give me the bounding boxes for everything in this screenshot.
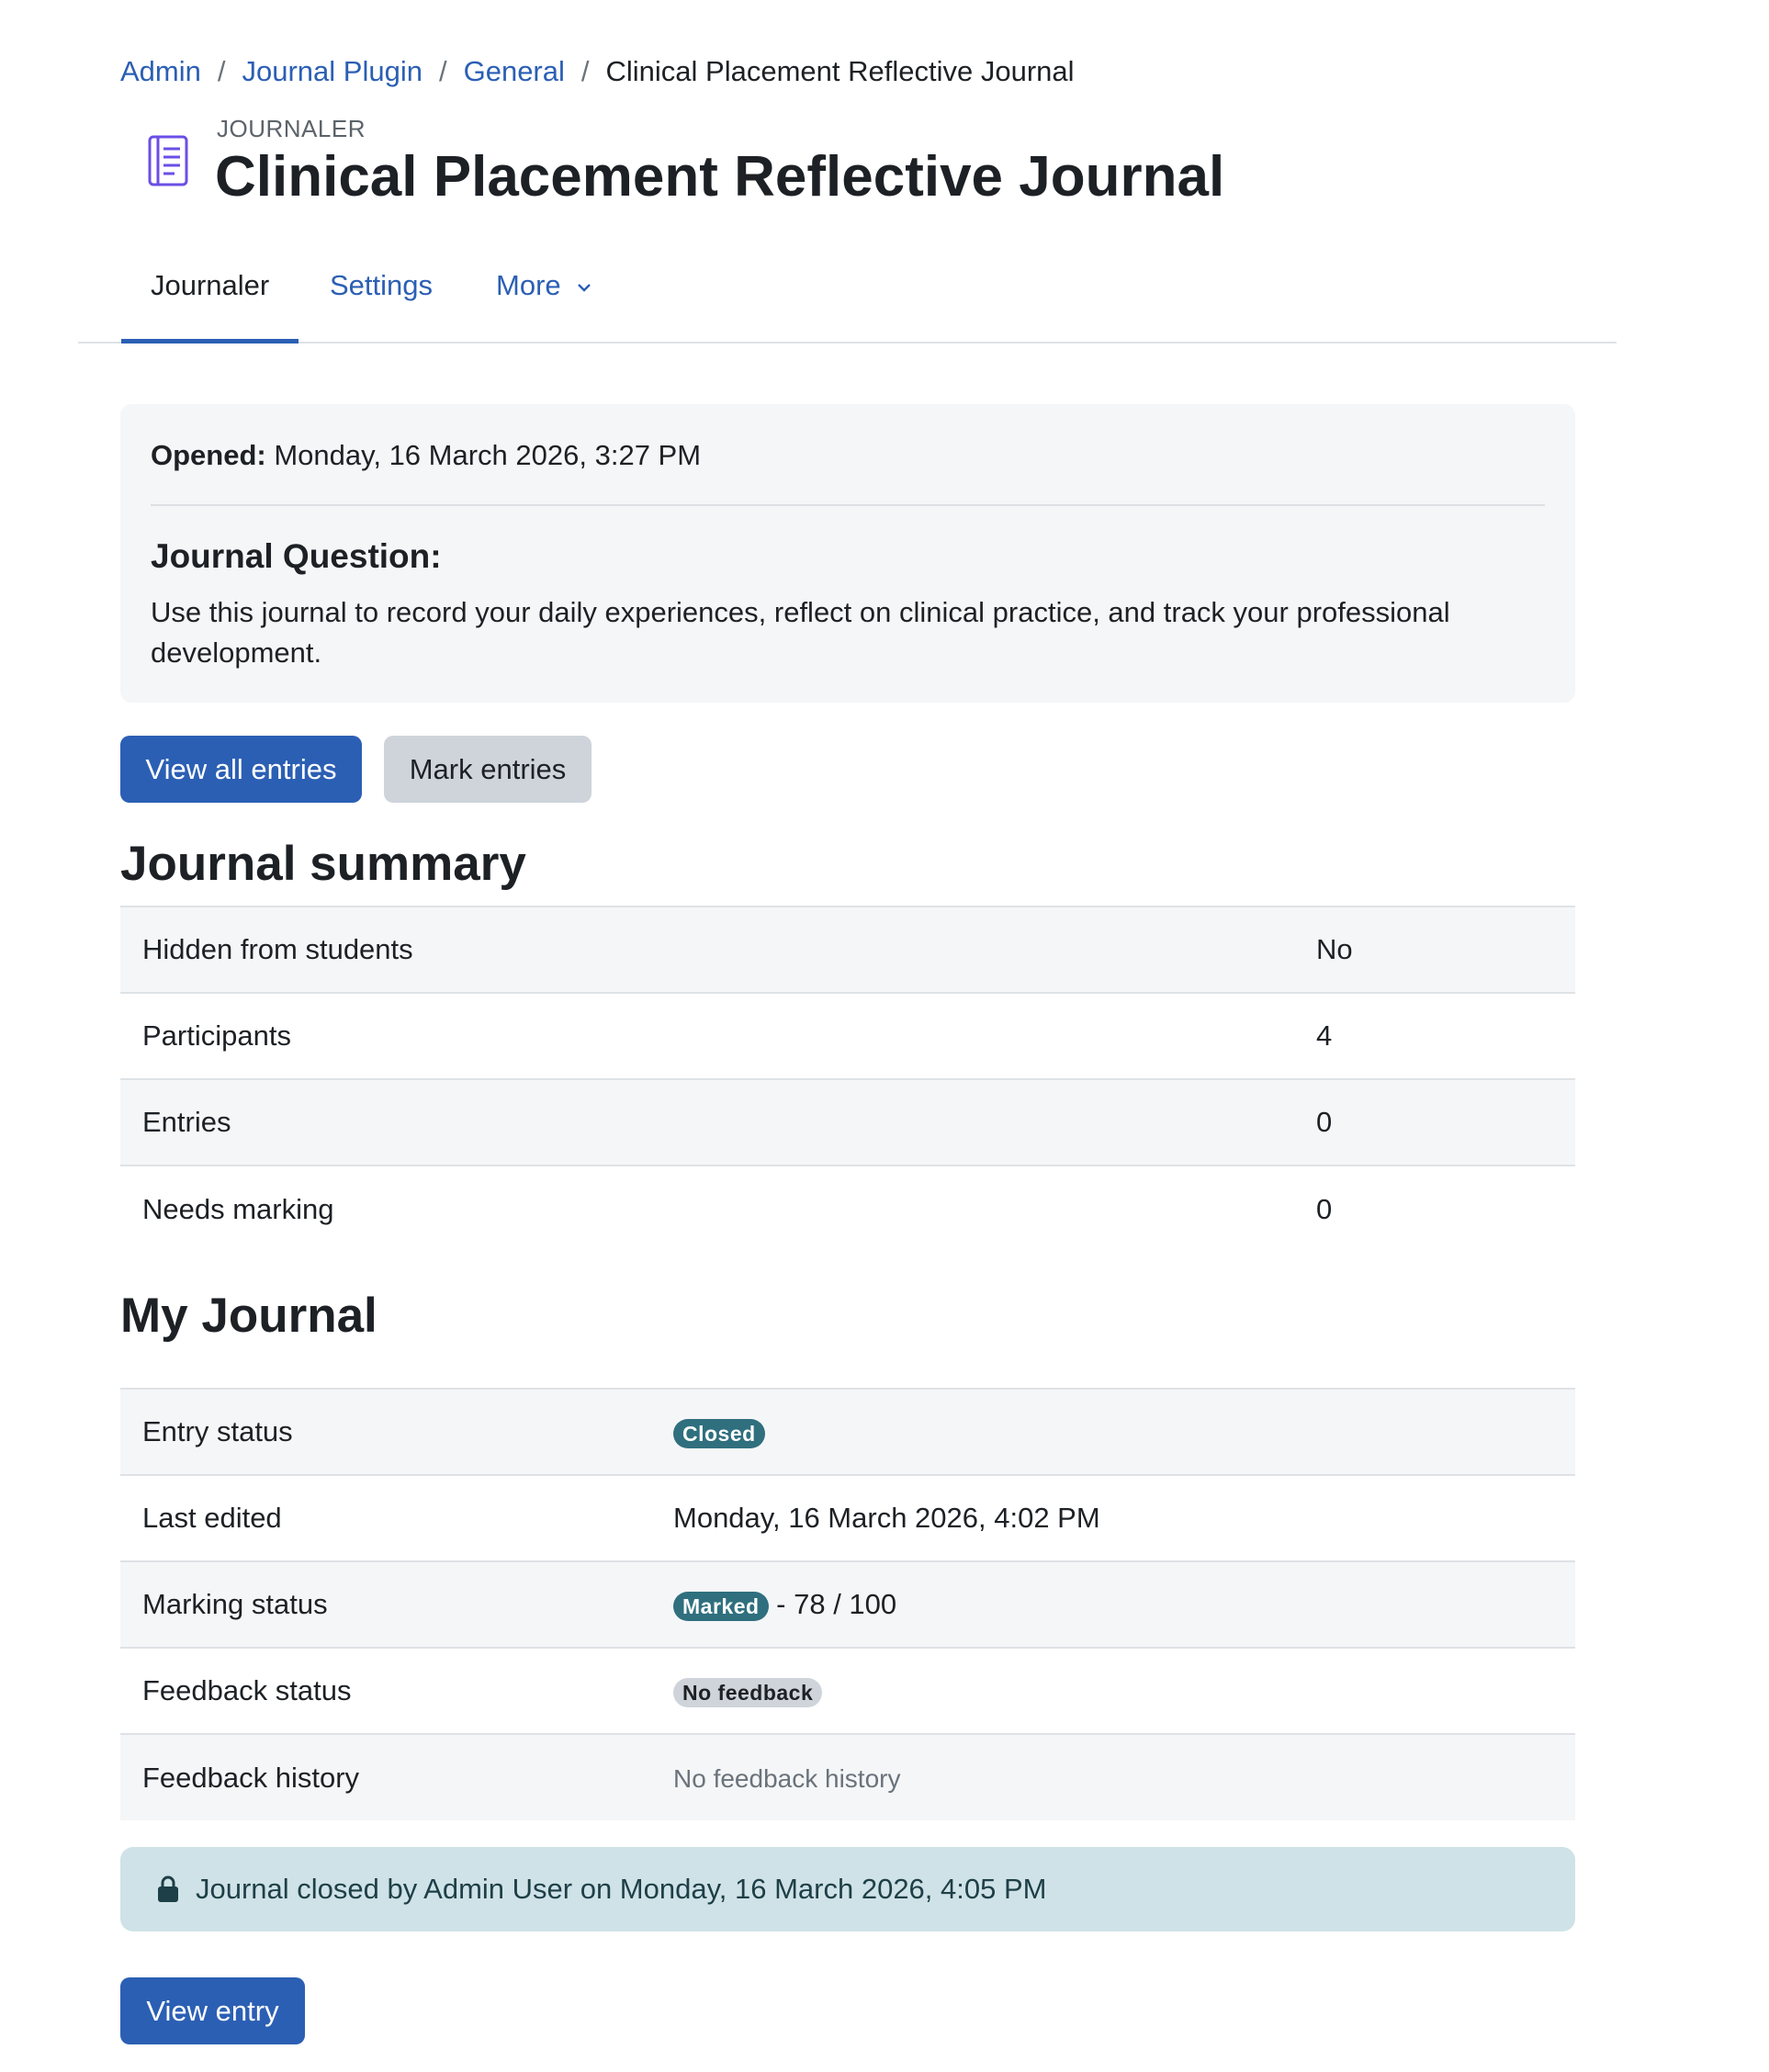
table-row: Participants 4	[120, 992, 1575, 1079]
last-edited-label: Last edited	[120, 1474, 651, 1561]
summary-value: 4	[1294, 992, 1575, 1079]
summary-label: Participants	[120, 992, 1294, 1079]
tab-settings[interactable]: Settings	[300, 248, 462, 340]
feedback-history-label: Feedback history	[120, 1733, 651, 1820]
status-badge: Closed	[673, 1418, 765, 1448]
journal-intro-box: Opened: Monday, 16 March 2026, 3:27 PM J…	[120, 404, 1575, 703]
opened-label: Opened:	[151, 439, 266, 471]
table-row: Feedback status No feedback	[120, 1647, 1575, 1734]
breadcrumb: Admin / Journal Plugin / General / Clini…	[120, 51, 1075, 92]
summary-label: Needs marking	[120, 1165, 1294, 1252]
my-journal-table: Entry status Closed Last edited Monday, …	[120, 1388, 1575, 1820]
entry-status-value: Closed	[651, 1388, 1575, 1475]
view-all-entries-button[interactable]: View all entries	[120, 736, 362, 803]
tab-journaler-label: Journaler	[151, 269, 270, 301]
summary-value: 0	[1294, 1165, 1575, 1252]
feedback-status-value: No feedback	[651, 1647, 1575, 1734]
tab-journaler[interactable]: Journaler	[121, 248, 299, 343]
breadcrumb-current: Clinical Placement Reflective Journal	[605, 55, 1075, 87]
table-row: Needs marking 0	[120, 1165, 1575, 1252]
breadcrumb-journal-plugin[interactable]: Journal Plugin	[242, 51, 423, 92]
marking-score: - 78 / 100	[776, 1588, 897, 1620]
activity-type-label: JOURNALER	[217, 115, 366, 142]
divider	[151, 504, 1545, 506]
entry-status-label: Entry status	[120, 1388, 651, 1475]
journal-closed-alert: Journal closed by Admin User on Monday, …	[120, 1847, 1575, 1931]
table-row: Hidden from students No	[120, 906, 1575, 993]
marking-status-label: Marking status	[120, 1560, 651, 1648]
summary-label: Hidden from students	[120, 906, 1294, 993]
breadcrumb-admin[interactable]: Admin	[120, 51, 201, 92]
marking-status-value: Marked - 78 / 100	[651, 1560, 1575, 1648]
journal-summary-table: Hidden from students No Participants 4 E…	[120, 906, 1575, 1252]
feedback-status-label: Feedback status	[120, 1647, 651, 1734]
table-row: Last edited Monday, 16 March 2026, 4:02 …	[120, 1474, 1575, 1561]
journal-summary-heading: Journal summary	[120, 837, 526, 891]
lock-icon	[158, 1875, 178, 1902]
mark-entries-button[interactable]: Mark entries	[384, 736, 592, 803]
feedback-history-text: No feedback history	[673, 1763, 901, 1793]
table-row: Marking status Marked - 78 / 100	[120, 1560, 1575, 1648]
view-entry-button[interactable]: View entry	[120, 1977, 305, 2044]
journal-question-text: Use this journal to record your daily ex…	[151, 596, 1450, 669]
no-feedback-badge: No feedback	[673, 1677, 823, 1707]
table-row: Entries 0	[120, 1078, 1575, 1166]
journal-icon	[148, 135, 188, 186]
alert-text: Journal closed by Admin User on Monday, …	[196, 1873, 1047, 1905]
journal-question-title: Journal Question:	[151, 537, 442, 575]
breadcrumb-general[interactable]: General	[464, 51, 565, 92]
breadcrumb-separator: /	[580, 55, 590, 87]
last-edited-value: Monday, 16 March 2026, 4:02 PM	[651, 1474, 1575, 1561]
chevron-down-icon	[578, 283, 592, 292]
summary-label: Entries	[120, 1078, 1294, 1166]
summary-value: No	[1294, 906, 1575, 993]
table-row: Entry status Closed	[120, 1388, 1575, 1475]
opened-value: Monday, 16 March 2026, 3:27 PM	[274, 439, 702, 471]
page-title: Clinical Placement Reflective Journal	[215, 145, 1225, 208]
marked-badge: Marked	[673, 1591, 769, 1621]
secondary-navigation: Journaler Settings More	[78, 248, 1617, 343]
opened-date: Opened: Monday, 16 March 2026, 3:27 PM	[151, 437, 701, 474]
my-journal-heading: My Journal	[120, 1289, 377, 1343]
tab-more-label: More	[496, 269, 561, 301]
summary-value: 0	[1294, 1078, 1575, 1166]
feedback-history-value: No feedback history	[651, 1733, 1575, 1820]
tab-more[interactable]: More	[467, 248, 622, 340]
page: Admin / Journal Plugin / General / Clini…	[0, 0, 1769, 2072]
table-row: Feedback history No feedback history	[120, 1733, 1575, 1820]
tab-settings-label: Settings	[330, 269, 434, 301]
breadcrumb-separator: /	[438, 55, 447, 87]
breadcrumb-separator: /	[217, 55, 226, 87]
